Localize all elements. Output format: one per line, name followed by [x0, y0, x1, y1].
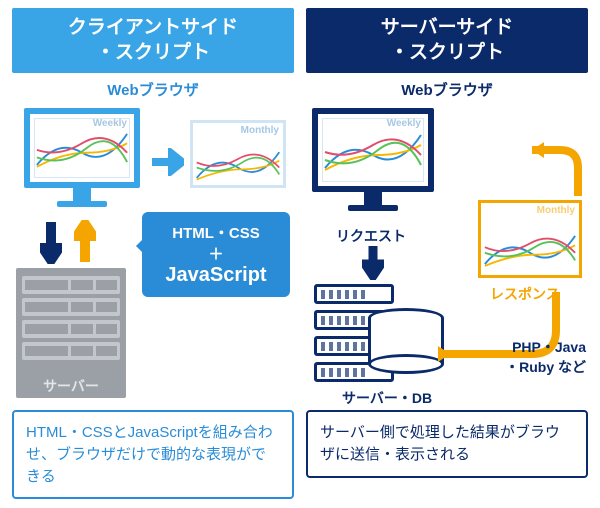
request-arrow-icon	[362, 244, 384, 280]
left-browser-label: Webブラウザ	[12, 79, 294, 100]
weekly-label: Weekly	[93, 118, 127, 129]
server-icon: サーバー	[16, 268, 126, 398]
callout-line1: HTML・CSS	[154, 222, 278, 243]
chart-icon	[483, 216, 577, 284]
right-caption: サーバー側で処理した結果がブラウザに送信・表示される	[306, 410, 588, 478]
server-db-label: サーバー・DB	[342, 388, 432, 408]
server-languages: PHP・Java ・Ruby など	[468, 338, 586, 377]
monthly-chart-right: Monthly	[478, 200, 582, 278]
lang-l1: PHP・Java	[468, 338, 586, 358]
callout-plus: ＋	[154, 243, 278, 264]
right-title: サーバーサイド ・スクリプト	[306, 8, 588, 73]
right-title-l1: サーバーサイド	[381, 17, 513, 38]
callout-js: JavaScript	[154, 264, 278, 287]
left-title-l2: ・スクリプト	[96, 42, 210, 63]
arrow-down-icon	[40, 220, 62, 264]
right-title-l2: ・スクリプト	[390, 42, 504, 63]
weekly-label-r: Weekly	[387, 118, 421, 129]
monthly-label: Monthly	[195, 125, 281, 136]
server-label: サーバー	[16, 376, 126, 396]
chart-icon	[195, 136, 281, 194]
request-label: リクエスト	[336, 226, 406, 246]
monthly-chart-left: Monthly	[190, 120, 286, 188]
browser-monitor-right: Weekly	[312, 108, 434, 211]
left-caption: HTML・CSSとJavaScriptを組み合わせ、ブラウザだけで動的な表現がで…	[12, 410, 294, 499]
left-title-l1: クライアントサイド	[68, 17, 238, 38]
browser-monitor-left: Weekly	[24, 108, 140, 207]
arrow-up-icon	[74, 220, 96, 264]
callout-bubble: HTML・CSS ＋ JavaScript	[142, 212, 290, 297]
left-title: クライアントサイド ・スクリプト	[12, 8, 294, 73]
arrow-right-icon	[150, 148, 184, 176]
database-icon	[368, 308, 444, 374]
monthly-label-r: Monthly	[483, 205, 577, 216]
lang-l2: ・Ruby など	[468, 358, 586, 378]
right-browser-label: Webブラウザ	[306, 79, 588, 100]
response-label: レスポンス	[490, 284, 560, 304]
